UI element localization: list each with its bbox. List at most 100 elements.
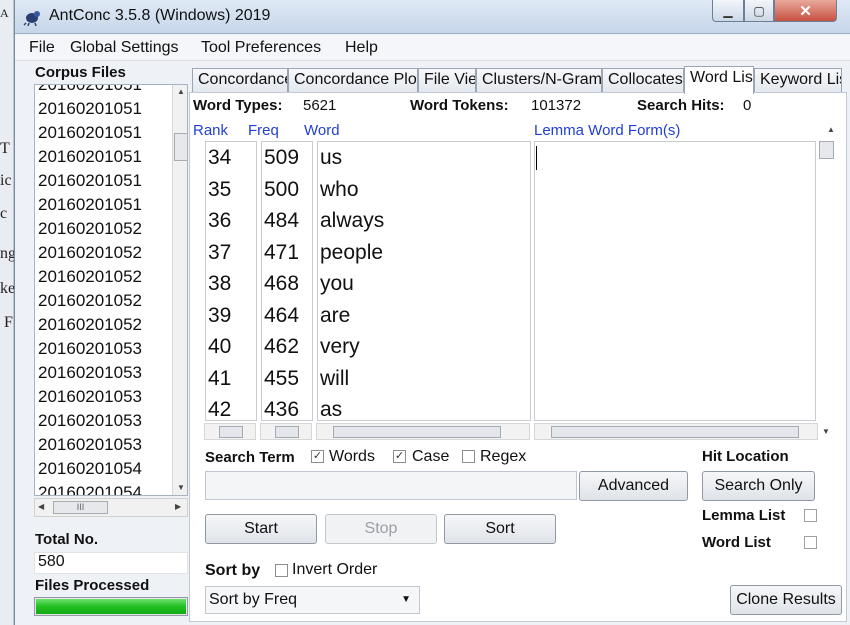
freq-cell[interactable]: 462 [264,335,299,359]
corpus-file-item[interactable]: 20160201053 [38,435,142,455]
rank-cell[interactable]: 35 [208,178,231,202]
tab-keyword-list[interactable]: Keyword List [754,68,842,93]
rank-hscroll-thumb[interactable] [219,426,243,438]
corpus-file-item[interactable]: 20160201053 [38,387,142,407]
tab-collocates[interactable]: Collocates [602,68,684,93]
word-hscroll[interactable] [316,423,530,440]
word-cell[interactable]: very [320,335,360,359]
search-term-input[interactable] [205,471,577,500]
corpus-file-item[interactable]: 20160201052 [38,291,142,311]
rank-cell[interactable]: 38 [208,272,231,296]
freq-hscroll[interactable] [260,423,312,440]
lemma-scroll-thumb[interactable] [819,141,834,159]
scroll-up-arrow-icon[interactable]: ▲ [177,87,185,96]
corpus-file-item[interactable]: 20160201053 [38,339,142,359]
regex-checkbox[interactable] [462,450,475,463]
word-cell[interactable]: as [320,398,342,420]
corpus-horizontal-scrollbar[interactable]: ◀ III ▶ [34,498,188,517]
word-hscroll-thumb[interactable] [333,426,501,438]
corpus-file-item[interactable]: 20160201051 [38,99,142,119]
minimize-button[interactable]: ▁ [712,0,744,22]
freq-cell[interactable]: 500 [264,178,299,202]
word-cell[interactable]: will [320,367,349,391]
freq-cell[interactable]: 468 [264,272,299,296]
corpus-file-item[interactable]: 20160201052 [38,243,142,263]
scroll-left-arrow-icon[interactable]: ◀ [38,502,44,511]
scroll-down-arrow-icon[interactable]: ▼ [177,483,185,492]
freq-cell[interactable]: 436 [264,398,299,420]
stop-button[interactable]: Stop [325,514,437,544]
menu-file[interactable]: File [29,39,55,57]
freq-cell[interactable]: 484 [264,209,299,233]
search-only-button[interactable]: Search Only [702,471,815,501]
freq-cell[interactable]: 464 [264,304,299,328]
corpus-file-item[interactable]: 20160201052 [38,315,142,335]
case-checkbox[interactable]: ✓ [393,450,406,463]
word-cell[interactable]: who [320,178,359,202]
corpus-files-list[interactable]: 20160201051 20160201051 20160201051 2016020… [34,84,188,496]
corpus-file-item[interactable]: 20160201051 [38,85,142,95]
tab-concordance-plot[interactable]: Concordance Plot [288,68,418,93]
lemma-word-forms-box[interactable] [534,141,816,421]
word-cell[interactable]: you [320,272,354,296]
word-column[interactable]: us who always people you are very will as [317,141,531,421]
rank-cell[interactable]: 37 [208,241,231,265]
corpus-scroll-thumb[interactable] [174,133,187,161]
tab-file-view[interactable]: File View [418,68,476,93]
rank-hscroll[interactable] [204,423,256,440]
title-bar[interactable]: AntConc 3.5.8 (Windows) 2019 ▁ ▢ ✕ [15,0,850,34]
corpus-file-item[interactable]: 20160201052 [38,267,142,287]
corpus-file-item[interactable]: 20160201051 [38,195,142,215]
corpus-vertical-scrollbar[interactable]: ▲ ▼ [172,85,187,495]
corpus-file-item[interactable]: 20160201053 [38,411,142,431]
close-button[interactable]: ✕ [774,0,837,22]
column-header-freq[interactable]: Freq [248,122,279,139]
advanced-button[interactable]: Advanced [579,471,688,501]
rank-cell[interactable]: 34 [208,146,231,170]
lemma-hscroll-thumb[interactable] [551,426,799,438]
words-checkbox[interactable]: ✓ [311,450,324,463]
corpus-hscroll-thumb[interactable]: III [53,501,108,514]
menu-global-settings[interactable]: Global Settings [70,39,179,57]
lemma-list-checkbox[interactable] [804,509,817,522]
word-cell[interactable]: always [320,209,384,233]
corpus-file-item[interactable]: 20160201052 [38,219,142,239]
maximize-button[interactable]: ▢ [744,0,774,22]
clone-results-button[interactable]: Clone Results [730,585,842,615]
menu-help[interactable]: Help [345,39,378,57]
tab-clusters-ngrams[interactable]: Clusters/N-Grams [476,68,602,93]
column-header-word[interactable]: Word [304,122,340,139]
freq-cell[interactable]: 471 [264,241,299,265]
corpus-file-item[interactable]: 20160201051 [38,171,142,191]
word-list-checkbox[interactable] [804,536,817,549]
word-cell[interactable]: are [320,304,350,328]
rank-cell[interactable]: 36 [208,209,231,233]
tab-concordance[interactable]: Concordance [192,68,288,93]
rank-cell[interactable]: 41 [208,367,231,391]
lemma-vertical-scrollbar[interactable]: ▼ [818,121,835,436]
menu-tool-preferences[interactable]: Tool Preferences [201,39,321,57]
corpus-file-item[interactable]: 20160201051 [38,147,142,167]
scroll-right-arrow-icon[interactable]: ▶ [175,502,181,511]
corpus-file-item[interactable]: 20160201054 [38,459,142,479]
lemma-hscroll[interactable] [534,423,818,440]
column-header-rank[interactable]: Rank [193,122,228,139]
sort-button[interactable]: Sort [444,514,556,544]
freq-cell[interactable]: 509 [264,146,299,170]
column-header-lemma[interactable]: Lemma Word Form(s) [534,122,680,139]
invert-order-checkbox[interactable] [275,564,288,577]
tab-word-list[interactable]: Word List [684,66,754,94]
word-cell[interactable]: people [320,241,383,265]
freq-hscroll-thumb[interactable] [275,426,299,438]
freq-cell[interactable]: 455 [264,367,299,391]
corpus-file-item[interactable]: 20160201053 [38,363,142,383]
start-button[interactable]: Start [205,514,317,544]
rank-cell[interactable]: 39 [208,304,231,328]
corpus-file-item[interactable]: 20160201051 [38,123,142,143]
freq-column[interactable]: 509 500 484 471 468 464 462 455 436 [261,141,313,421]
sort-by-dropdown[interactable]: Sort by Freq ▼ [205,586,420,614]
rank-column[interactable]: 34 35 36 37 38 39 40 41 42 [205,141,257,421]
rank-cell[interactable]: 40 [208,335,231,359]
rank-cell[interactable]: 42 [208,398,231,420]
word-cell[interactable]: us [320,146,342,170]
